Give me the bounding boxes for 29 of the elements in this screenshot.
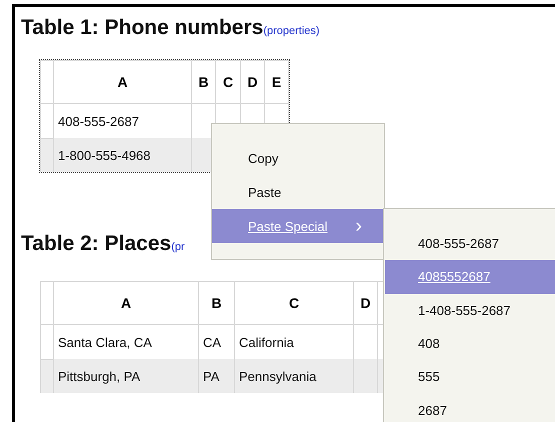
menu-item[interactable]: 408-555-2687 (385, 227, 555, 260)
column-header[interactable]: D (240, 60, 264, 104)
menu-item[interactable]: 1-408-555-2687 (385, 294, 555, 327)
table-cell: Santa Clara, CA (54, 324, 198, 359)
menu-item[interactable]: 408 (385, 326, 555, 360)
table-cell: CA (198, 324, 234, 359)
column-header[interactable]: C (216, 60, 240, 104)
column-header[interactable]: B (192, 60, 216, 104)
table-title: Table 2: Places (21, 232, 172, 256)
properties-link[interactable]: (properties) (263, 25, 320, 37)
column-header[interactable]: C (234, 282, 354, 324)
column-header[interactable]: A (54, 60, 192, 104)
column-header[interactable]: D (354, 282, 378, 324)
submenu-arrow-icon: › (355, 214, 362, 238)
column-header[interactable]: A (54, 282, 198, 324)
menu-item[interactable]: Copy (212, 141, 384, 175)
column-header[interactable]: B (198, 282, 234, 324)
table-title: Table 1: Phone numbers (21, 16, 264, 40)
table-cell: California (234, 324, 354, 359)
table-cell: Pennsylvania (234, 359, 354, 393)
table-cell: PA (198, 359, 234, 393)
menu-item[interactable]: Paste (212, 175, 384, 209)
menu-item[interactable]: 555 (385, 360, 555, 394)
menu-item[interactable]: 2687 (385, 394, 555, 422)
properties-link[interactable]: (pr (171, 241, 185, 253)
table-cell: 408-555-2687 (54, 104, 192, 138)
column-header[interactable]: E (264, 60, 288, 104)
table-cell: Pittsburgh, PA (54, 359, 198, 393)
table-cell: 1-800-555-4968 (54, 138, 192, 172)
